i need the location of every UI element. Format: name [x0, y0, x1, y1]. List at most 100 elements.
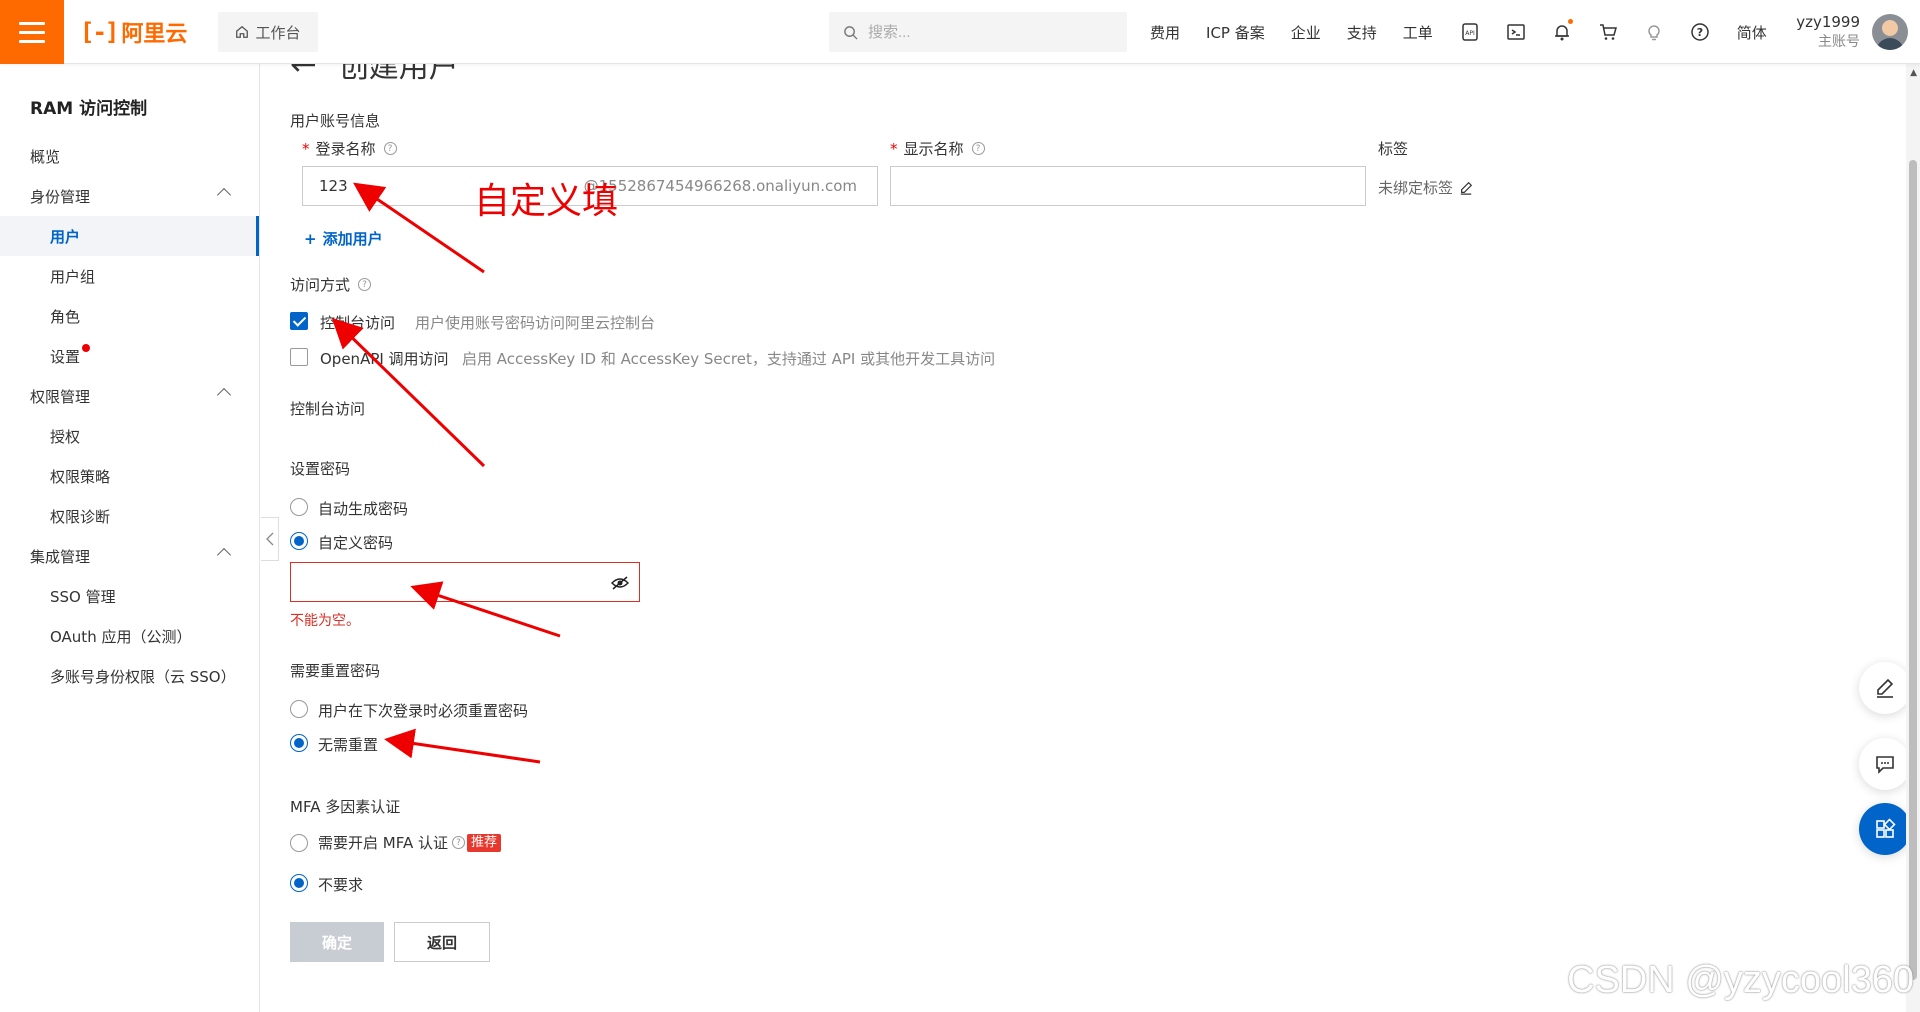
sidebar-item-grants[interactable]: 授权 — [0, 416, 259, 456]
reset-section-label: 需要重置密码 — [290, 662, 381, 680]
aliyun-logo[interactable]: [-] 阿里云 — [80, 16, 187, 48]
sidebar-item-label: 用户组 — [50, 267, 96, 286]
sidebar-item-oauth[interactable]: OAuth 应用（公测） — [0, 616, 259, 656]
search-input[interactable] — [868, 23, 1088, 41]
api-icon[interactable]: API — [1459, 21, 1481, 43]
help-icon[interactable]: ? — [1689, 21, 1711, 43]
nav-link-support[interactable]: 支持 — [1347, 22, 1377, 43]
mfa-required-label: 需要开启 MFA 认证 ? 推荐 — [318, 832, 502, 853]
tags-label: 标签 — [1378, 140, 1409, 158]
account-section-label: 用户账号信息 — [290, 112, 381, 130]
chat-icon — [1876, 756, 1894, 774]
confirm-button[interactable]: 确定 — [290, 922, 384, 962]
sidebar-item-sso[interactable]: SSO 管理 — [0, 576, 259, 616]
login-name-label: * 登录名称? — [302, 138, 397, 159]
reset-none-label: 无需重置 — [318, 736, 379, 754]
password-field[interactable] — [290, 562, 640, 602]
sidebar-item-label: 概览 — [30, 147, 61, 166]
password-auto-radio[interactable] — [290, 498, 308, 516]
bell-icon[interactable] — [1551, 19, 1573, 43]
chevron-up-icon — [216, 387, 232, 403]
sidebar-item-users[interactable]: 用户 — [0, 216, 259, 256]
chevron-up-icon — [216, 547, 232, 563]
sidebar-item-label: 集成管理 — [30, 547, 91, 566]
login-name-value: 123 — [319, 177, 348, 195]
tags-value: 未绑定标签 — [1378, 179, 1454, 197]
language-switch[interactable]: 简体 — [1737, 22, 1767, 43]
sidebar-item-diagnosis[interactable]: 权限诊断 — [0, 496, 259, 536]
scrollbar-thumb[interactable] — [1909, 160, 1917, 980]
nav-link-enterprise[interactable]: 企业 — [1291, 22, 1321, 43]
terminal-icon[interactable] — [1505, 21, 1527, 43]
sidebar-item-groups[interactable]: 用户组 — [0, 256, 259, 296]
nav-link-ticket[interactable]: 工单 — [1403, 22, 1433, 43]
required-mark: * — [890, 139, 898, 158]
workbench-button[interactable]: 工作台 — [218, 12, 318, 52]
sidebar-item-settings[interactable]: 设置 — [0, 336, 259, 376]
sidebar-item-label: 角色 — [50, 307, 81, 326]
display-name-label-text: 显示名称 — [903, 140, 964, 158]
question-icon[interactable]: ? — [383, 142, 397, 155]
logo-text: 阿里云 — [121, 22, 188, 47]
access-section-label: 访问方式? — [290, 274, 372, 295]
avatar[interactable] — [1872, 14, 1908, 50]
question-icon[interactable]: ? — [452, 836, 465, 849]
search-box[interactable] — [829, 12, 1127, 52]
nav-link-fees[interactable]: 费用 — [1150, 22, 1180, 43]
console-section-label: 控制台访问 — [290, 400, 366, 418]
top-navigation-bar: [-] 阿里云 工作台 费用 ICP 备案 企业 支持 工单 API ? — [0, 0, 1920, 64]
sidebar-item-overview[interactable]: 概览 — [0, 136, 259, 176]
password-custom-radio[interactable] — [290, 532, 308, 550]
sidebar-item-label: 用户 — [50, 227, 81, 246]
hamburger-menu-button[interactable] — [0, 0, 64, 64]
back-button[interactable]: 返回 — [394, 922, 490, 962]
sidebar-item-permissions[interactable]: 权限管理 — [0, 376, 259, 416]
console-access-label: 控制台访问 — [320, 314, 396, 332]
workbench-label: 工作台 — [255, 23, 301, 42]
api-access-label: OpenAPI 调用访问 — [320, 350, 449, 368]
mfa-none-radio[interactable] — [290, 874, 308, 892]
display-name-field[interactable] — [890, 166, 1366, 206]
eye-hidden-icon[interactable] — [611, 576, 629, 590]
user-account[interactable]: yzy1999 主账号 — [1796, 12, 1860, 52]
watermark: CSDN @yzycool360 — [1567, 959, 1914, 1001]
chevron-up-icon — [216, 187, 232, 203]
svg-text:API: API — [1465, 30, 1475, 37]
search-icon — [844, 25, 858, 40]
recommend-badge: 推荐 — [467, 833, 502, 852]
chat-button[interactable] — [1859, 738, 1911, 790]
alert-dot — [82, 344, 91, 352]
pencil-icon — [1877, 678, 1894, 698]
sidebar-item-integration[interactable]: 集成管理 — [0, 536, 259, 576]
mfa-required-text: 需要开启 MFA 认证 — [318, 834, 448, 852]
plus-icon: + — [304, 229, 317, 248]
login-name-suffix: @1552867454966268.onaliyun.com — [583, 177, 857, 195]
reset-next-login-radio[interactable] — [290, 700, 308, 718]
sidebar-item-label: OAuth 应用（公测） — [50, 627, 192, 646]
lightbulb-icon[interactable] — [1643, 21, 1665, 43]
nav-link-icp[interactable]: ICP 备案 — [1206, 22, 1265, 43]
mfa-none-label: 不要求 — [318, 876, 364, 894]
cart-icon[interactable] — [1597, 21, 1619, 43]
add-user-link[interactable]: + 添加用户 — [304, 228, 383, 249]
sidebar-item-cloud-sso[interactable]: 多账号身份权限（云 SSO） — [0, 656, 259, 696]
sidebar-item-roles[interactable]: 角色 — [0, 296, 259, 336]
apps-button[interactable] — [1859, 803, 1911, 855]
sidebar-item-identity[interactable]: 身份管理 — [0, 176, 259, 216]
scroll-up-arrow[interactable]: ▲ — [1910, 68, 1917, 78]
question-icon[interactable]: ? — [358, 278, 372, 291]
mfa-required-radio[interactable] — [290, 834, 308, 852]
svg-text:?: ? — [1697, 26, 1703, 39]
tags-edit[interactable]: 未绑定标签 — [1378, 177, 1473, 198]
sidebar-item-policies[interactable]: 权限策略 — [0, 456, 259, 496]
sidebar-collapse-button[interactable] — [261, 517, 279, 561]
question-icon[interactable]: ? — [971, 142, 985, 155]
menu-line — [19, 39, 45, 43]
console-access-checkbox[interactable] — [290, 312, 308, 330]
feedback-edit-button[interactable] — [1859, 662, 1911, 714]
sidebar-item-label: 身份管理 — [30, 187, 91, 206]
api-access-checkbox[interactable] — [290, 348, 308, 366]
reset-none-radio[interactable] — [290, 734, 308, 752]
display-name-label: * 显示名称? — [890, 138, 985, 159]
sidebar-item-label: 多账号身份权限（云 SSO） — [50, 667, 236, 686]
